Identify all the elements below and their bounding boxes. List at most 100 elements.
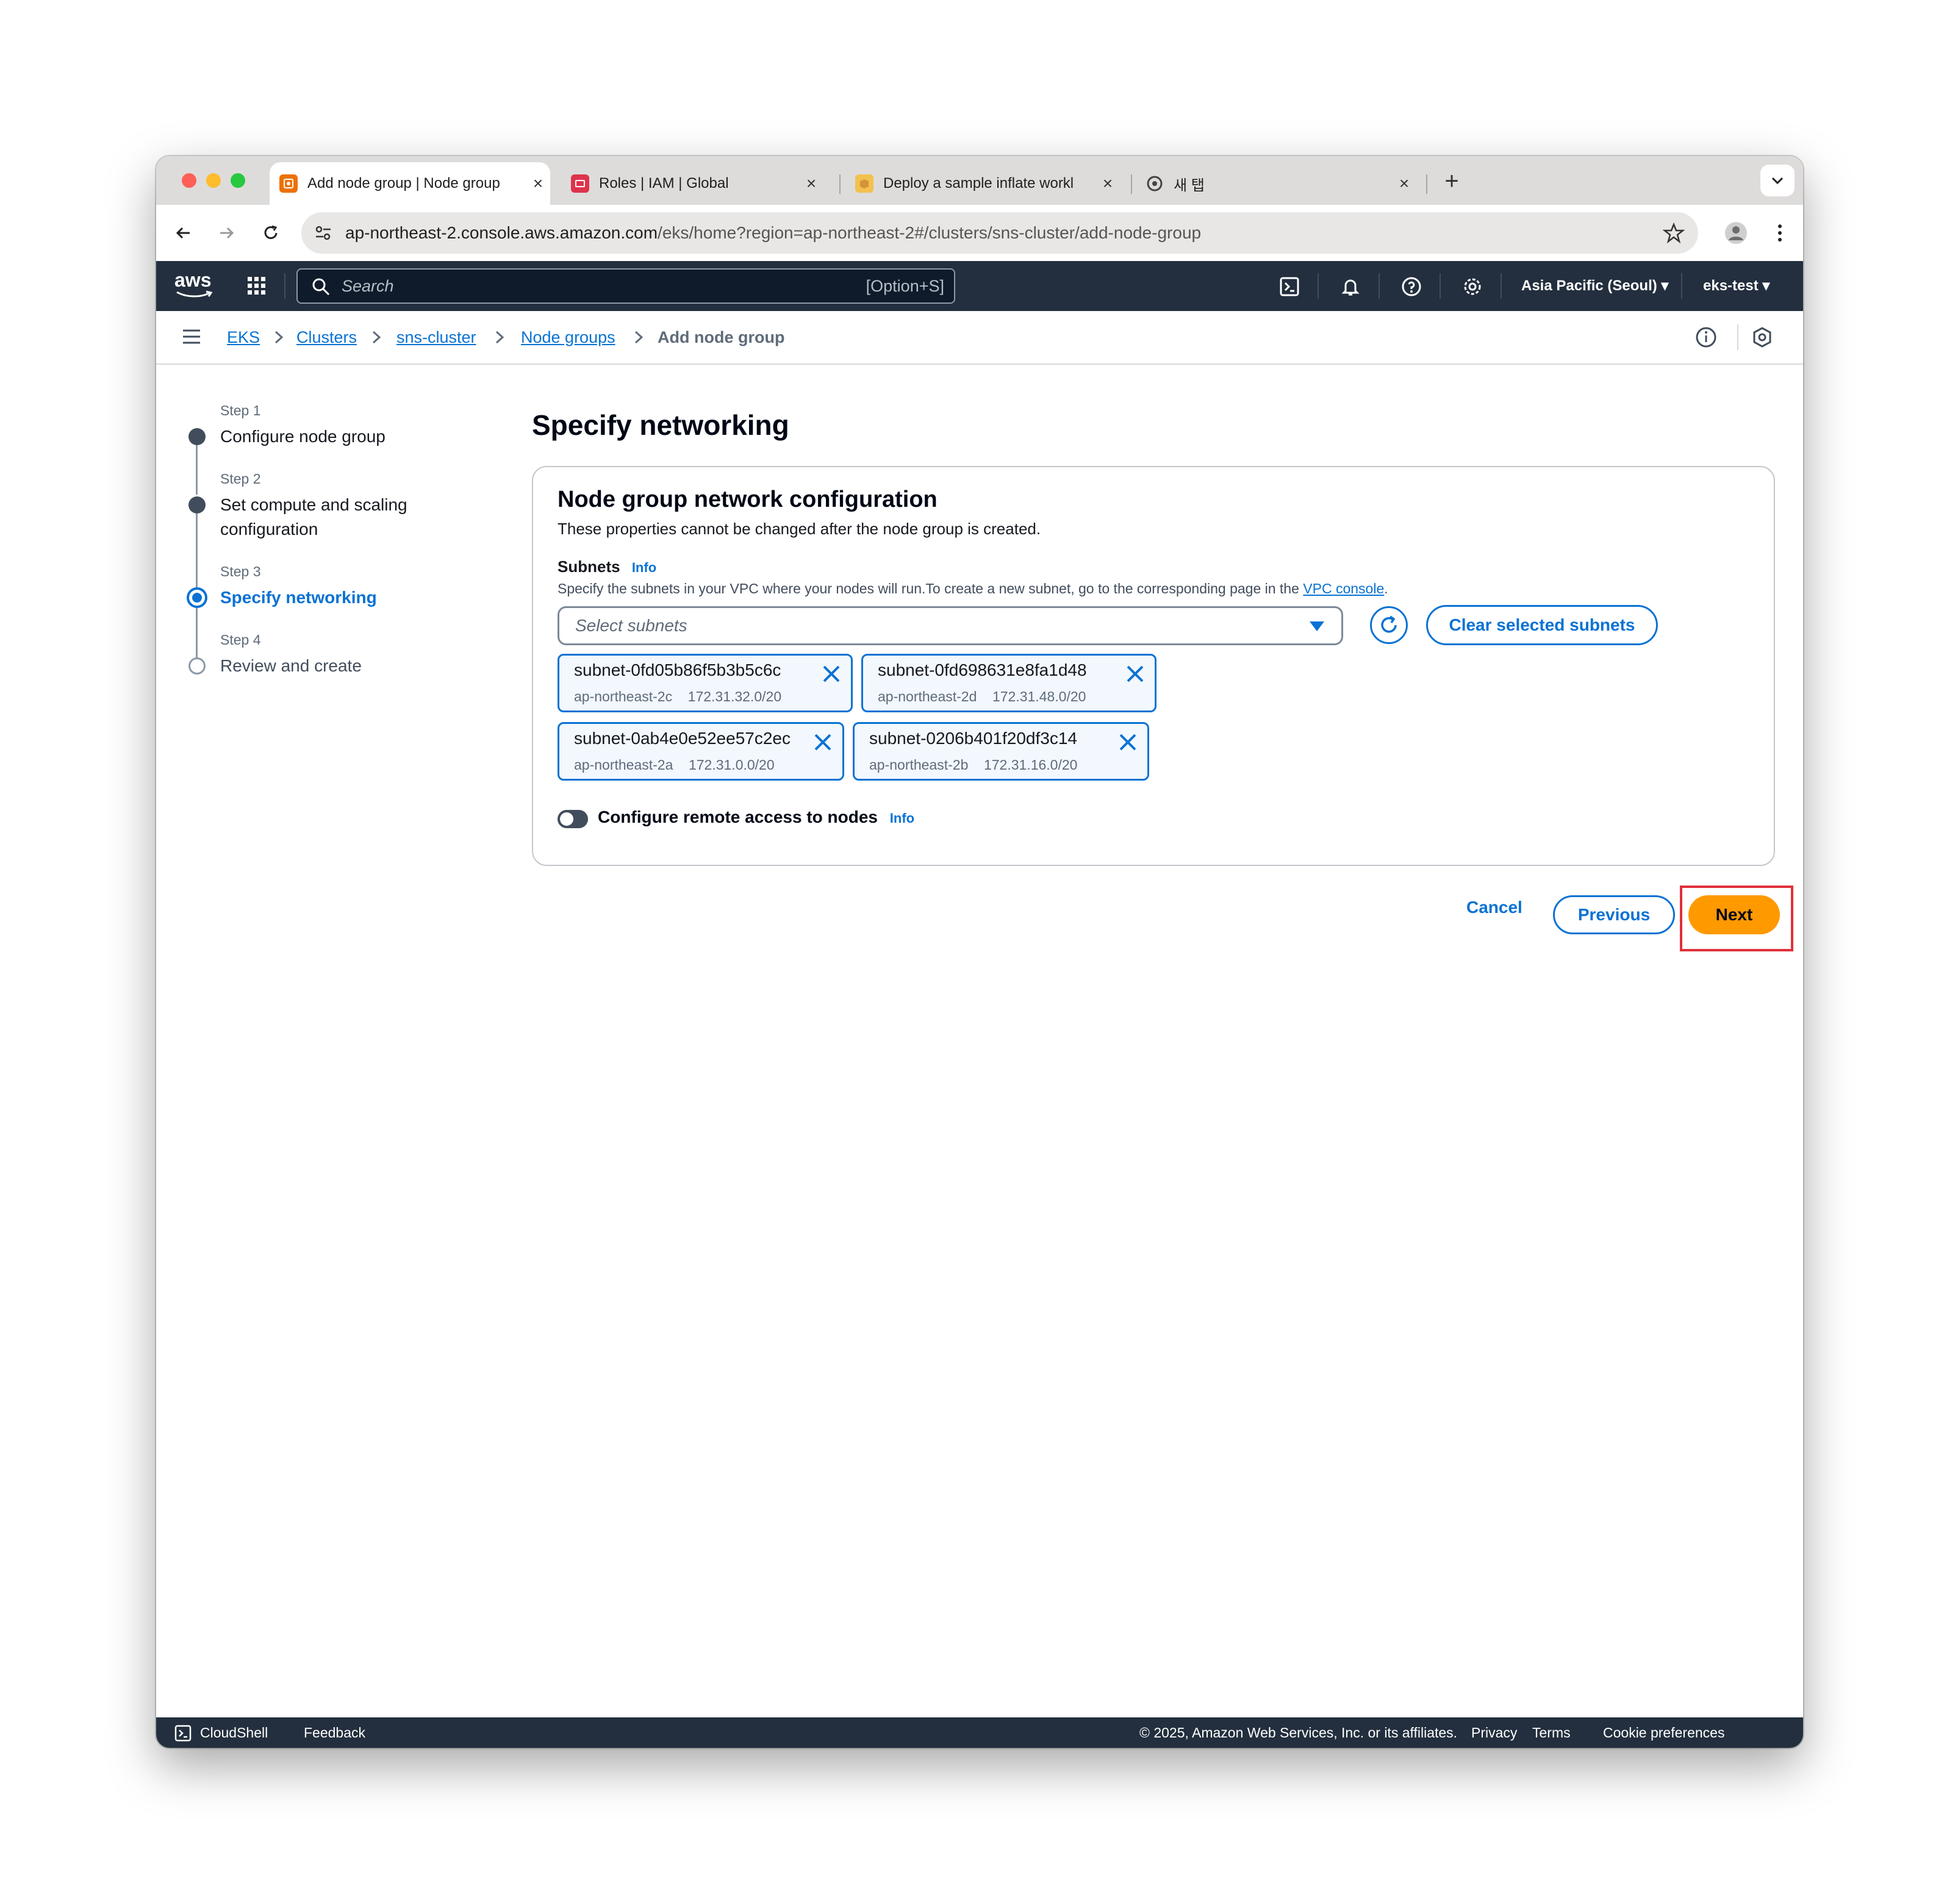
step-label: Step 3 (220, 564, 261, 579)
bell-icon (1341, 279, 1360, 296)
aws-top-nav: aws Search [Option+S] Asia Pacific (Seou… (156, 261, 1803, 311)
box-favicon-icon (855, 174, 873, 193)
subnet-meta: ap-northeast-2b 172.31.16.0/20 (869, 757, 1078, 773)
subnets-select[interactable]: Select subnets (558, 606, 1343, 645)
address-bar[interactable]: ap-northeast-2.console.aws.amazon.com/ek… (301, 212, 1698, 254)
nav-divider (284, 273, 285, 299)
remove-subnet-icon[interactable] (1124, 663, 1146, 685)
region-selector[interactable]: Asia Pacific (Seoul) ▾ (1521, 261, 1668, 311)
terms-link[interactable]: Terms (1532, 1717, 1571, 1748)
tab-search-button[interactable] (1760, 165, 1795, 196)
tab-close-icon[interactable]: × (1392, 174, 1416, 193)
services-menu-button[interactable] (246, 276, 267, 299)
step-1-link[interactable]: Configure node group (220, 424, 386, 449)
tab-title: 새 탭 (1174, 177, 1205, 194)
cloudshell-footer-button[interactable] (174, 1725, 192, 1745)
back-button[interactable] (168, 218, 198, 248)
step-2-link[interactable]: Set compute and scaling configuration (220, 493, 428, 542)
minimize-window-button[interactable] (206, 173, 221, 188)
subnet-token: subnet-0fd698631e8fa1d48 ap-northeast-2d… (861, 654, 1157, 712)
info-panel-button[interactable] (1694, 326, 1718, 352)
close-window-button[interactable] (182, 173, 196, 188)
page-title: Specify networking (532, 409, 789, 441)
kebab-menu-icon (1778, 224, 1782, 242)
browser-menu-button[interactable] (1765, 218, 1795, 248)
notifications-button[interactable] (1337, 273, 1364, 300)
select-placeholder: Select subnets (575, 616, 687, 635)
chrome-favicon-icon (1146, 174, 1164, 193)
reload-button[interactable] (256, 218, 285, 248)
grid-icon (248, 277, 265, 295)
nav-divider (1681, 273, 1682, 299)
security-panel-button[interactable] (1751, 326, 1774, 352)
tab-close-icon[interactable]: × (1096, 174, 1120, 193)
remote-access-info-link[interactable]: Info (890, 811, 914, 826)
step-current-indicator (187, 587, 207, 608)
breadcrumb-sns-cluster[interactable]: sns-cluster (396, 311, 476, 363)
tab-new-tab[interactable]: 새 탭 × (1136, 162, 1416, 205)
remove-subnet-icon[interactable] (820, 663, 842, 685)
cookie-preferences-link[interactable]: Cookie preferences (1603, 1717, 1724, 1748)
search-icon (312, 278, 330, 296)
subnet-id: subnet-0fd05b86f5b3b5c6c (574, 660, 781, 679)
url-text: ap-northeast-2.console.aws.amazon.com/ek… (345, 223, 1202, 242)
subnets-help: Specify the subnets in your VPC where yo… (558, 581, 1388, 596)
tab-close-icon[interactable]: × (799, 174, 823, 193)
step-label: Step 2 (220, 471, 261, 487)
refresh-subnets-button[interactable] (1370, 606, 1408, 644)
tab-add-node-group[interactable]: Add node group | Node group × (270, 162, 550, 205)
remove-subnet-icon[interactable] (812, 731, 834, 753)
remote-access-label: Configure remote access to nodes Info (598, 807, 915, 826)
vpc-console-link[interactable]: VPC console (1303, 581, 1384, 596)
breadcrumb-node-groups[interactable]: Node groups (521, 311, 615, 363)
bookmark-star-icon (1663, 222, 1685, 244)
step-label: Step 4 (220, 632, 261, 648)
panel-heading: Node group network configuration (558, 487, 938, 512)
profile-button[interactable] (1721, 218, 1751, 248)
aws-smile-icon (176, 290, 213, 298)
settings-button[interactable] (1459, 273, 1486, 300)
step-3-current: Specify networking (220, 588, 377, 607)
breadcrumb-clusters[interactable]: Clusters (296, 311, 357, 363)
subnet-id: subnet-0fd698631e8fa1d48 (878, 660, 1087, 679)
subnets-label: Subnets Info (558, 557, 657, 576)
help-button[interactable] (1398, 273, 1425, 300)
chevron-down-icon (1771, 177, 1784, 185)
cloudshell-footer-link[interactable]: CloudShell (200, 1717, 268, 1748)
clear-selected-subnets-button[interactable]: Clear selected subnets (1426, 605, 1658, 645)
remove-subnet-icon[interactable] (1117, 731, 1139, 753)
copyright-text: © 2025, Amazon Web Services, Inc. or its… (1139, 1725, 1458, 1741)
console-footer: CloudShell Feedback © 2025, Amazon Web S… (156, 1717, 1803, 1748)
panel-description: These properties cannot be changed after… (558, 520, 1041, 538)
aws-logo[interactable]: aws (174, 270, 217, 302)
cloudshell-button[interactable] (1276, 273, 1303, 300)
account-menu[interactable]: eks-test ▾ (1703, 261, 1770, 311)
aws-search-input[interactable]: Search [Option+S] (296, 268, 955, 304)
next-button-highlight (1680, 886, 1793, 951)
tab-close-icon[interactable]: × (526, 174, 550, 193)
breadcrumb-current: Add node group (658, 328, 785, 346)
step-4-label: Review and create (220, 656, 362, 675)
step-pending-indicator (188, 657, 206, 675)
subnet-id: subnet-0ab4e0e52ee57c2ec (574, 729, 791, 748)
maximize-window-button[interactable] (231, 173, 245, 188)
tab-roles-iam[interactable]: Roles | IAM | Global × (561, 162, 823, 205)
arrow-left-icon (176, 227, 190, 239)
breadcrumb-eks[interactable]: EKS (227, 311, 260, 363)
remote-access-toggle[interactable] (558, 810, 588, 828)
tab-deploy-sample[interactable]: Deploy a sample inflate workl × (845, 162, 1120, 205)
feedback-link[interactable]: Feedback (304, 1717, 365, 1748)
search-shortcut: [Option+S] (866, 277, 944, 295)
chevron-right-icon (274, 331, 284, 344)
forward-button[interactable] (212, 218, 242, 248)
side-nav-toggle-button[interactable] (182, 328, 201, 348)
subnet-meta: ap-northeast-2a 172.31.0.0/20 (574, 757, 775, 773)
previous-button[interactable]: Previous (1553, 895, 1675, 934)
cancel-button[interactable]: Cancel (1466, 888, 1522, 927)
help-icon (1402, 277, 1421, 296)
privacy-link[interactable]: Privacy (1471, 1717, 1517, 1748)
subnets-info-link[interactable]: Info (632, 560, 656, 575)
reload-icon (264, 225, 278, 239)
subnet-id: subnet-0206b401f20df3c14 (869, 729, 1077, 748)
new-tab-button[interactable]: + (1437, 167, 1466, 196)
